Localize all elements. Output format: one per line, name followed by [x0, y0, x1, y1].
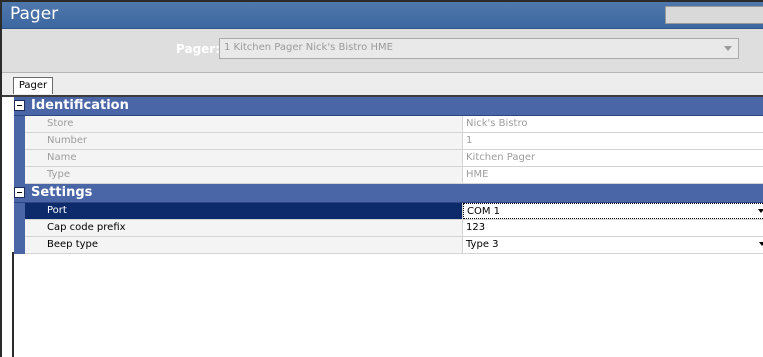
pager-selector-label: Pager:	[176, 42, 221, 56]
category-settings[interactable]: Settings	[14, 184, 763, 203]
property-row-type[interactable]: Type HME	[14, 167, 763, 184]
pager-selector-value: 1 Kitchen Pager Nick's Bistro HME	[224, 42, 393, 53]
row-gutter	[14, 220, 25, 237]
property-row-name[interactable]: Name Kitchen Pager	[14, 150, 763, 167]
row-gutter	[14, 203, 25, 220]
collapse-icon[interactable]	[14, 187, 25, 198]
chevron-down-icon[interactable]	[759, 242, 763, 246]
port-dropdown[interactable]: COM 1	[463, 203, 763, 219]
property-row-port[interactable]: Port COM 1	[14, 203, 763, 220]
property-row-cap-code-prefix[interactable]: Cap code prefix 123	[14, 220, 763, 237]
title-bar-box	[665, 6, 763, 24]
collapse-icon[interactable]	[14, 100, 25, 111]
property-name: Beep type	[25, 237, 463, 253]
window-title: Pager	[10, 4, 59, 24]
category-identification[interactable]: Identification	[14, 97, 763, 116]
property-name: Port	[25, 203, 463, 219]
property-name: Type	[25, 167, 463, 183]
property-row-number[interactable]: Number 1	[14, 133, 763, 150]
property-value: Kitchen Pager	[463, 150, 763, 166]
cap-code-prefix-field[interactable]: 123	[463, 220, 763, 236]
property-name: Number	[25, 133, 463, 149]
grid-border	[12, 252, 14, 357]
pager-selector-bar: Pager: 1 Kitchen Pager Nick's Bistro HME	[2, 29, 763, 73]
row-gutter	[14, 116, 25, 133]
property-name: Cap code prefix	[25, 220, 463, 236]
chevron-down-icon[interactable]	[758, 209, 763, 213]
property-value: Nick's Bistro	[463, 116, 763, 132]
row-gutter	[14, 133, 25, 150]
category-label: Settings	[31, 185, 93, 200]
title-bar: Pager	[2, 2, 763, 29]
property-row-store[interactable]: Store Nick's Bistro	[14, 116, 763, 133]
property-value: HME	[463, 167, 763, 183]
row-gutter	[14, 237, 25, 254]
beep-type-dropdown[interactable]: Type 3	[463, 237, 763, 253]
tab-pager[interactable]: Pager	[13, 77, 53, 94]
tab-strip: Pager	[2, 73, 763, 97]
category-label: Identification	[31, 98, 129, 113]
property-value: Type 3	[466, 239, 499, 250]
property-name: Store	[25, 116, 463, 132]
property-row-beep-type[interactable]: Beep type Type 3	[14, 237, 763, 254]
property-value: 1	[463, 133, 763, 149]
property-grid: Identification Store Nick's Bistro Numbe…	[14, 97, 763, 254]
property-name: Name	[25, 150, 463, 166]
pager-selector-dropdown[interactable]: 1 Kitchen Pager Nick's Bistro HME	[219, 38, 739, 59]
row-gutter	[14, 150, 25, 167]
chevron-down-icon[interactable]	[724, 46, 732, 51]
pager-window: Pager Pager: 1 Kitchen Pager Nick's Bist…	[0, 0, 763, 357]
property-value: COM 1	[467, 206, 501, 217]
row-gutter	[14, 167, 25, 184]
